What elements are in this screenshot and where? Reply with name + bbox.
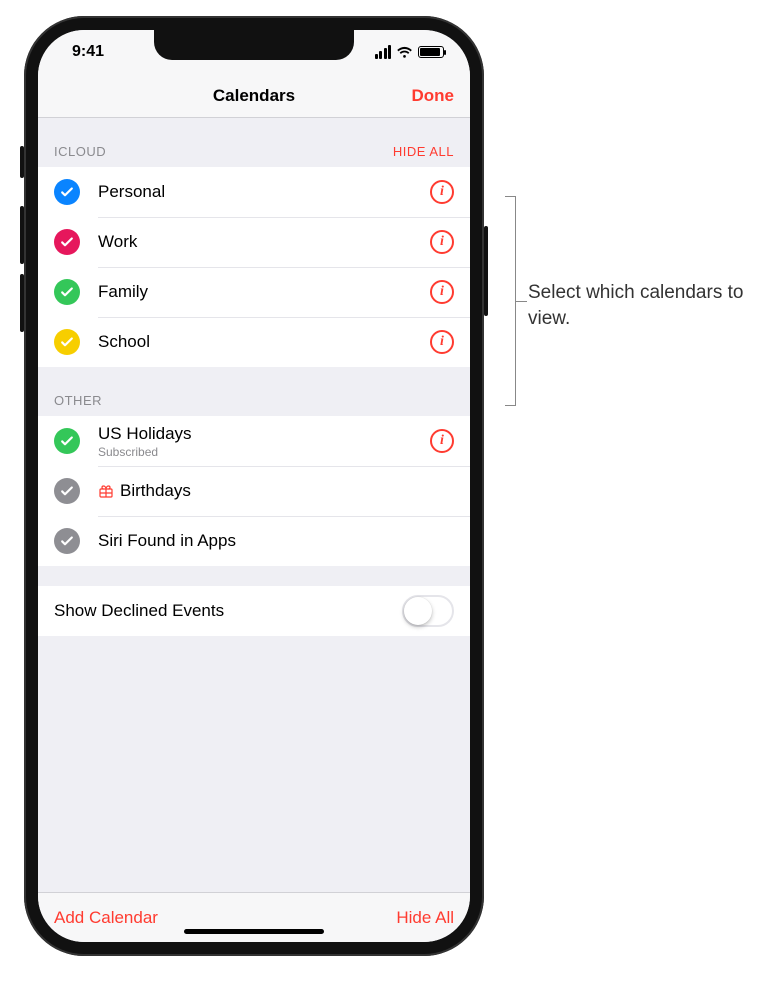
- status-right: [375, 45, 445, 59]
- checkmark-icon[interactable]: [54, 428, 80, 454]
- row-body: School: [98, 332, 430, 352]
- icloud-list: Personal i Work i Family i School i: [38, 167, 470, 367]
- hide-all-button[interactable]: Hide All: [396, 908, 454, 928]
- section-label-icloud: ICLOUD: [54, 144, 106, 159]
- checkmark-icon[interactable]: [54, 329, 80, 355]
- section-header-other: OTHER: [38, 367, 470, 416]
- info-icon[interactable]: i: [430, 429, 454, 453]
- calendar-sublabel: Subscribed: [98, 445, 430, 459]
- battery-icon: [418, 46, 444, 58]
- add-calendar-button[interactable]: Add Calendar: [54, 908, 158, 928]
- show-declined-row: Show Declined Events: [38, 586, 470, 636]
- screen: 9:41 Calendars Done ICLOUD HIDE ALL Pers…: [38, 30, 470, 942]
- calendar-row[interactable]: Siri Found in Apps: [38, 516, 470, 566]
- checkmark-icon[interactable]: [54, 229, 80, 255]
- section-label-other: OTHER: [54, 393, 102, 408]
- info-icon[interactable]: i: [430, 230, 454, 254]
- info-icon[interactable]: i: [430, 280, 454, 304]
- hide-all-icloud-button[interactable]: HIDE ALL: [393, 144, 454, 159]
- page-title: Calendars: [213, 86, 295, 106]
- nav-bar: Calendars Done: [38, 74, 470, 118]
- calendar-label: Personal: [98, 182, 165, 202]
- row-body: Family: [98, 282, 430, 302]
- footer-toolbar: Add Calendar Hide All: [38, 892, 470, 942]
- calendar-row[interactable]: Birthdays: [38, 466, 470, 516]
- row-body: Work: [98, 232, 430, 252]
- row-body: Siri Found in Apps: [98, 531, 454, 551]
- callout-text: Select which calendars to view.: [528, 280, 748, 331]
- row-body: Personal: [98, 182, 430, 202]
- cellular-signal-icon: [375, 45, 392, 59]
- home-indicator[interactable]: [184, 929, 324, 934]
- row-body: Birthdays: [98, 481, 454, 501]
- calendar-label: Birthdays: [120, 481, 191, 501]
- mute-switch: [20, 146, 24, 178]
- calendar-row[interactable]: US HolidaysSubscribedi: [38, 416, 470, 466]
- calendar-label: US Holidays: [98, 424, 192, 444]
- status-time: 9:41: [72, 43, 104, 61]
- section-header-icloud: ICLOUD HIDE ALL: [38, 118, 470, 167]
- calendar-row[interactable]: Family i: [38, 267, 470, 317]
- checkmark-icon[interactable]: [54, 528, 80, 554]
- gift-icon: [98, 483, 114, 499]
- phone-frame: 9:41 Calendars Done ICLOUD HIDE ALL Pers…: [24, 16, 484, 956]
- checkmark-icon[interactable]: [54, 279, 80, 305]
- info-icon[interactable]: i: [430, 180, 454, 204]
- show-declined-label: Show Declined Events: [54, 601, 224, 621]
- wifi-icon: [396, 46, 413, 59]
- calendar-row[interactable]: Personal i: [38, 167, 470, 217]
- info-icon[interactable]: i: [430, 330, 454, 354]
- side-power-button: [484, 226, 488, 316]
- calendar-label: School: [98, 332, 150, 352]
- volume-up-button: [20, 206, 24, 264]
- declined-section: Show Declined Events: [38, 586, 470, 636]
- calendar-row[interactable]: Work i: [38, 217, 470, 267]
- volume-down-button: [20, 274, 24, 332]
- done-button[interactable]: Done: [412, 86, 455, 106]
- calendar-label: Family: [98, 282, 148, 302]
- other-list: US HolidaysSubscribedi Birthdays Siri Foun…: [38, 416, 470, 566]
- annotation-callout: Select which calendars to view.: [498, 196, 748, 406]
- toggle-knob: [404, 597, 432, 625]
- notch: [154, 30, 354, 60]
- content: ICLOUD HIDE ALL PersonaliWorkiFamilyiSch…: [38, 118, 470, 892]
- callout-bracket: [498, 196, 516, 406]
- calendar-label: Siri Found in Apps: [98, 531, 236, 551]
- show-declined-toggle[interactable]: [402, 595, 454, 627]
- checkmark-icon[interactable]: [54, 179, 80, 205]
- calendar-row[interactable]: School i: [38, 317, 470, 367]
- checkmark-icon[interactable]: [54, 478, 80, 504]
- row-body: US HolidaysSubscribed: [98, 424, 430, 459]
- calendar-label: Work: [98, 232, 137, 252]
